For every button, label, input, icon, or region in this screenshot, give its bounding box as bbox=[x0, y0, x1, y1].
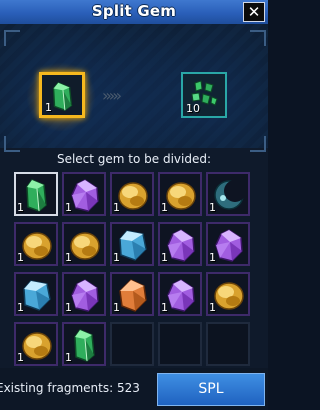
purple-gem-icon bbox=[167, 229, 195, 262]
purple-gem-icon bbox=[215, 229, 243, 262]
gem-slot[interactable]: 1 bbox=[14, 222, 58, 266]
frame-corner bbox=[250, 136, 266, 152]
empty-gem-slot bbox=[110, 322, 154, 366]
close-button[interactable]: ✕ bbox=[243, 2, 265, 22]
source-count: 1 bbox=[45, 101, 52, 114]
gem-count: 1 bbox=[161, 251, 168, 264]
blue-gem-icon bbox=[23, 280, 51, 311]
purple-gem-icon bbox=[71, 179, 99, 212]
gem-count: 1 bbox=[17, 201, 24, 214]
gem-slot[interactable]: 1 bbox=[62, 172, 106, 216]
gem-count: 1 bbox=[65, 201, 72, 214]
gem-count: 1 bbox=[65, 351, 72, 364]
split-gem-window: Split Gem ✕ 1 ››››› 10 Select gem to be … bbox=[0, 0, 268, 410]
gem-slot[interactable]: 1 bbox=[206, 172, 250, 216]
frame-corner bbox=[4, 30, 20, 46]
instruction-text: Select gem to be divided: bbox=[56, 152, 212, 166]
gem-count: 1 bbox=[161, 201, 168, 214]
amber-gem-icon bbox=[118, 182, 148, 210]
amber-gem-icon bbox=[166, 182, 196, 210]
source-gem-slot[interactable]: 1 bbox=[39, 72, 85, 118]
gem-slot[interactable]: 1 bbox=[158, 172, 202, 216]
gem-slot[interactable]: 1 bbox=[206, 222, 250, 266]
amber-gem-icon bbox=[22, 232, 52, 260]
amber-gem-icon bbox=[214, 282, 244, 310]
empty-gem-slot bbox=[206, 322, 250, 366]
purple-gem-icon bbox=[71, 279, 99, 312]
blue-gem-icon bbox=[119, 230, 147, 261]
result-count: 10 bbox=[186, 102, 200, 115]
gem-count: 1 bbox=[17, 351, 24, 364]
gem-count: 1 bbox=[17, 301, 24, 314]
gem-count: 1 bbox=[209, 301, 216, 314]
gem-slot[interactable]: 1 bbox=[14, 322, 58, 366]
gem-count: 1 bbox=[113, 251, 120, 264]
frame-corner bbox=[4, 136, 20, 152]
gem-slot[interactable]: 1 bbox=[62, 322, 106, 366]
gem-slot[interactable]: 1 bbox=[62, 272, 106, 316]
split-arrows: ››››› bbox=[102, 86, 122, 105]
gem-slot[interactable]: 1 bbox=[110, 222, 154, 266]
green-crystal-gem-icon bbox=[74, 329, 95, 362]
gem-count: 1 bbox=[209, 201, 216, 214]
amber-gem-icon bbox=[22, 332, 52, 360]
gem-grid: 1 1 1 1 1 1 1 1 1 1 1 1 1 1 1 1 1 bbox=[14, 172, 250, 366]
gem-slot[interactable]: 1 bbox=[158, 272, 202, 316]
empty-gem-slot bbox=[158, 322, 202, 366]
purple-gem-icon bbox=[167, 279, 195, 312]
gem-count: 1 bbox=[65, 251, 72, 264]
gem-slot[interactable]: 1 bbox=[62, 222, 106, 266]
gem-count: 1 bbox=[17, 251, 24, 264]
gem-slot[interactable]: 1 bbox=[110, 272, 154, 316]
window-title: Split Gem bbox=[91, 2, 177, 20]
gem-count: 1 bbox=[161, 301, 168, 314]
green-crystal-gem-icon bbox=[26, 179, 47, 212]
title-bar: Split Gem ✕ bbox=[0, 0, 268, 25]
gem-slot[interactable]: 1 bbox=[14, 272, 58, 316]
split-button[interactable]: SPL bbox=[157, 373, 265, 406]
gem-count: 1 bbox=[113, 301, 120, 314]
gem-count: 1 bbox=[209, 251, 216, 264]
gem-count: 1 bbox=[65, 301, 72, 314]
result-fragments-slot: 10 bbox=[181, 72, 227, 118]
orange-gem-icon bbox=[119, 279, 147, 312]
gem-slot[interactable]: 1 bbox=[14, 172, 58, 216]
gem-slot[interactable]: 1 bbox=[110, 172, 154, 216]
gem-count: 1 bbox=[113, 201, 120, 214]
existing-fragments-label: Existing fragments: 523 bbox=[0, 381, 140, 395]
crescent-moon-gem-icon bbox=[214, 180, 246, 210]
frame-corner bbox=[250, 30, 266, 46]
amber-gem-icon bbox=[70, 232, 100, 260]
gem-slot[interactable]: 1 bbox=[158, 222, 202, 266]
gem-slot[interactable]: 1 bbox=[206, 272, 250, 316]
